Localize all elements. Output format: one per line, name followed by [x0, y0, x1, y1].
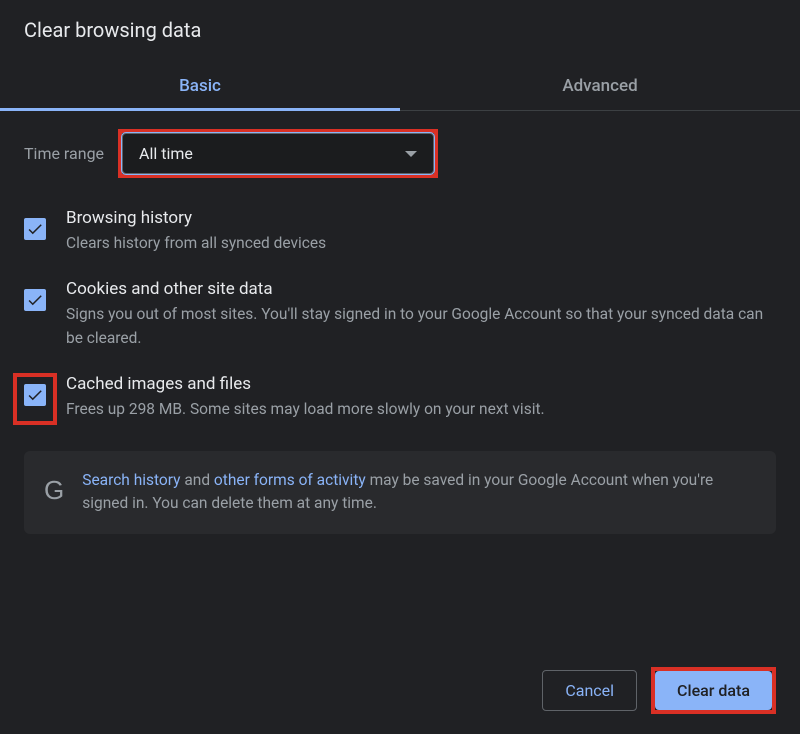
google-icon: G — [44, 475, 64, 506]
option-list: Browsing history Clears history from all… — [0, 196, 800, 433]
checkmark-icon — [26, 291, 44, 309]
option-title: Cached images and files — [66, 374, 776, 394]
clear-button-highlight: Clear data — [651, 667, 776, 714]
cancel-button[interactable]: Cancel — [542, 670, 637, 711]
time-range-row: Time range All time — [0, 111, 800, 196]
clear-data-button[interactable]: Clear data — [655, 671, 772, 710]
option-desc: Clears history from all synced devices — [66, 232, 776, 255]
checkbox-container — [24, 374, 46, 406]
other-activity-link[interactable]: other forms of activity — [214, 471, 366, 489]
browsing-history-checkbox[interactable] — [24, 218, 46, 240]
checkmark-icon — [26, 220, 44, 238]
checkbox-container — [24, 208, 46, 240]
time-range-select[interactable]: All time — [122, 133, 434, 174]
cookies-checkbox[interactable] — [24, 289, 46, 311]
google-account-info-box: G Search history and other forms of acti… — [24, 451, 776, 534]
option-desc: Signs you out of most sites. You'll stay… — [66, 303, 776, 350]
chevron-down-icon — [405, 151, 417, 157]
info-text: Search history and other forms of activi… — [82, 469, 756, 516]
option-title: Cookies and other site data — [66, 279, 776, 299]
cache-checkbox-highlight — [13, 373, 57, 425]
option-cookies: Cookies and other site data Signs you ou… — [24, 267, 776, 362]
option-text: Cached images and files Frees up 298 MB.… — [66, 374, 776, 421]
checkbox-container — [24, 279, 46, 311]
time-range-value: All time — [139, 144, 193, 163]
search-history-link[interactable]: Search history — [82, 471, 180, 489]
clear-browsing-data-dialog: Clear browsing data Basic Advanced Time … — [0, 0, 800, 734]
dialog-title: Clear browsing data — [0, 0, 800, 52]
option-cache: Cached images and files Frees up 298 MB.… — [24, 362, 776, 433]
option-desc: Frees up 298 MB. Some sites may load mor… — [66, 398, 776, 421]
info-text-part1: and — [180, 471, 213, 489]
tab-advanced[interactable]: Advanced — [400, 62, 800, 110]
button-row: Cancel Clear data — [542, 667, 776, 714]
option-text: Browsing history Clears history from all… — [66, 208, 776, 255]
tab-basic[interactable]: Basic — [0, 62, 400, 110]
time-range-select-highlight: All time — [118, 129, 438, 178]
tabs: Basic Advanced — [0, 62, 800, 111]
option-title: Browsing history — [66, 208, 776, 228]
option-browsing-history: Browsing history Clears history from all… — [24, 196, 776, 267]
option-text: Cookies and other site data Signs you ou… — [66, 279, 776, 350]
time-range-label: Time range — [24, 144, 104, 163]
